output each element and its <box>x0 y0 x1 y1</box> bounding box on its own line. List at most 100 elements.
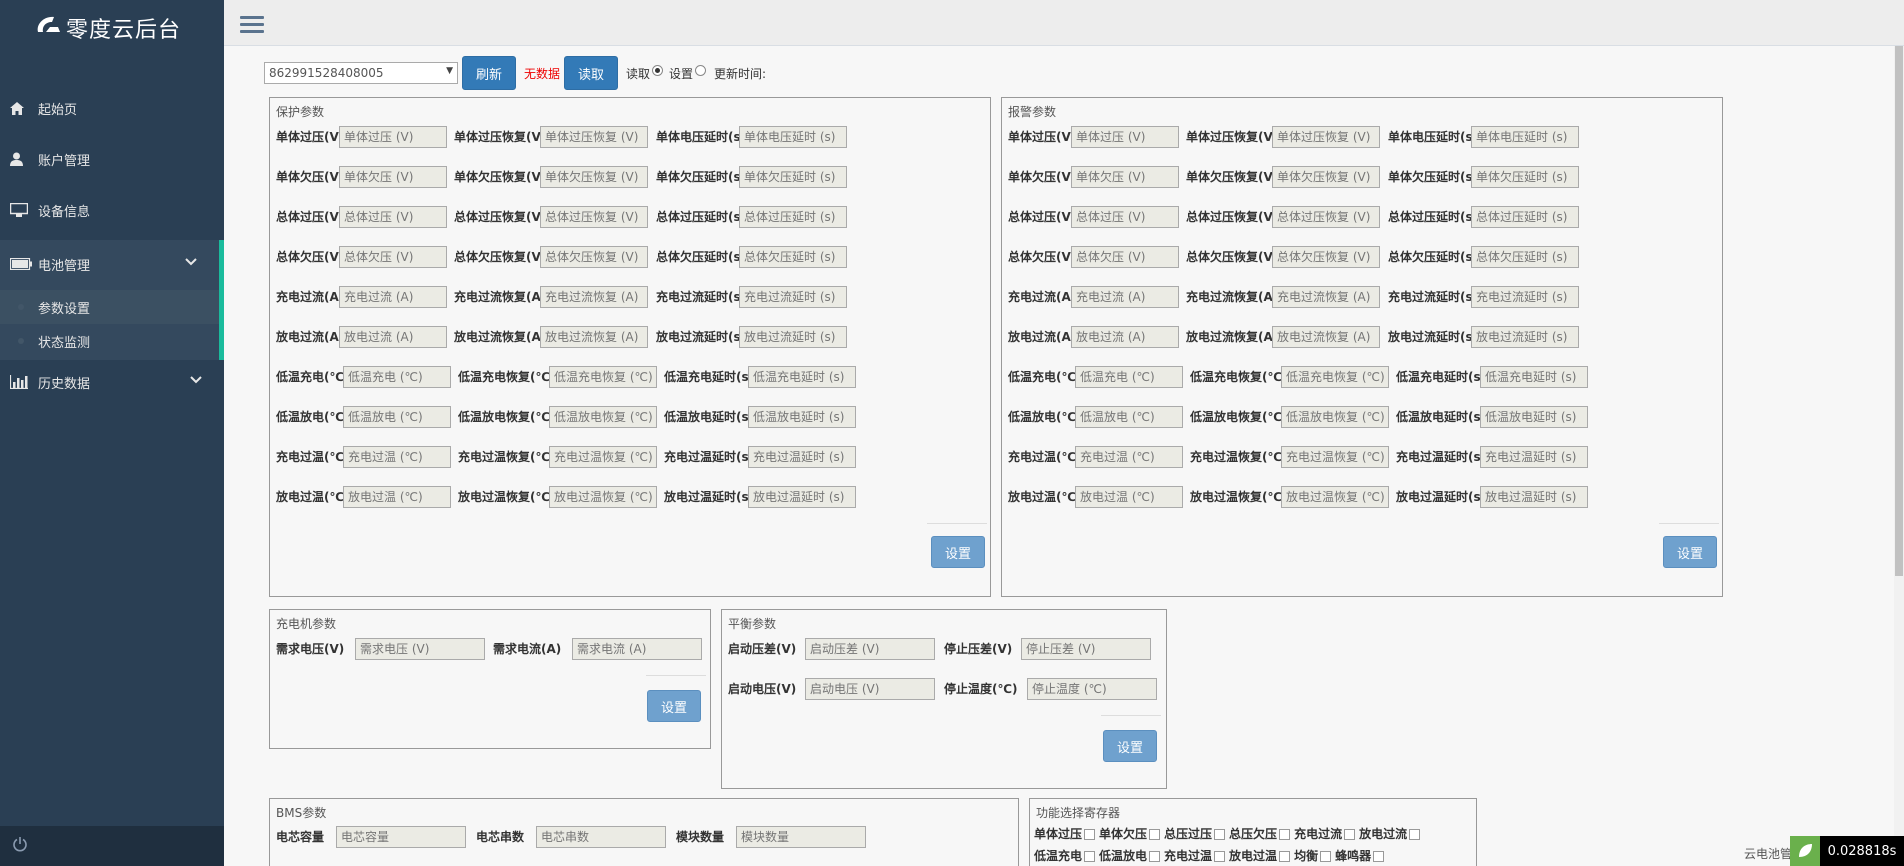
function-option-checkbox[interactable] <box>1320 851 1332 862</box>
protect-field-input[interactable] <box>540 126 648 148</box>
function-option-checkbox[interactable] <box>1214 829 1226 840</box>
protect-field-input[interactable] <box>339 166 447 188</box>
balance-stop-diff-input[interactable] <box>1021 638 1151 660</box>
protect-field-input[interactable] <box>739 126 847 148</box>
alarm-field-input[interactable] <box>1281 486 1389 508</box>
protect-field-input[interactable] <box>739 206 847 228</box>
alarm-field-input[interactable] <box>1075 366 1183 388</box>
alarm-field-input[interactable] <box>1281 446 1389 468</box>
protect-field-input[interactable] <box>540 286 648 308</box>
protect-field-input[interactable] <box>339 326 447 348</box>
protect-field-input[interactable] <box>739 166 847 188</box>
function-option-checkbox[interactable] <box>1409 829 1421 840</box>
protect-field-input[interactable] <box>549 366 657 388</box>
alarm-field-input[interactable] <box>1071 286 1179 308</box>
logo[interactable]: 零度云后台 <box>0 0 224 56</box>
refresh-button[interactable]: 刷新 <box>462 56 516 90</box>
alarm-field-input[interactable] <box>1075 486 1183 508</box>
protect-field-input[interactable] <box>540 246 648 268</box>
alarm-field-input[interactable] <box>1480 366 1588 388</box>
alarm-field-input[interactable] <box>1480 486 1588 508</box>
protect-field-input[interactable] <box>339 246 447 268</box>
alarm-field-input[interactable] <box>1071 126 1179 148</box>
sidebar-subitem-params[interactable]: 参数设置 <box>0 290 219 324</box>
alarm-field-input[interactable] <box>1272 166 1380 188</box>
balance-start-diff-input[interactable] <box>805 638 935 660</box>
alarm-field-input[interactable] <box>1071 166 1179 188</box>
protect-field-input[interactable] <box>339 286 447 308</box>
scrollbar[interactable] <box>1894 46 1904 866</box>
alarm-field-input[interactable] <box>1281 406 1389 428</box>
alarm-field-input[interactable] <box>1272 286 1380 308</box>
protect-field-input[interactable] <box>339 206 447 228</box>
protect-field-input[interactable] <box>739 246 847 268</box>
function-option-checkbox[interactable] <box>1279 851 1291 862</box>
menu-toggle-icon[interactable] <box>240 16 264 36</box>
charger-voltage-input[interactable] <box>355 638 485 660</box>
sidebar-item-home[interactable]: 起始页 <box>0 84 224 132</box>
protect-field-input[interactable] <box>343 486 451 508</box>
protect-field-input[interactable] <box>540 166 648 188</box>
function-option-checkbox[interactable] <box>1344 829 1356 840</box>
alarm-field-input[interactable] <box>1075 446 1183 468</box>
alarm-field-input[interactable] <box>1272 126 1380 148</box>
sidebar-item-device[interactable]: 设备信息 <box>0 186 224 234</box>
function-option-checkbox[interactable] <box>1373 851 1385 862</box>
radio-set[interactable] <box>695 64 707 76</box>
alarm-field-input[interactable] <box>1075 406 1183 428</box>
protect-field-input[interactable] <box>739 286 847 308</box>
protect-field-input[interactable] <box>343 406 451 428</box>
alarm-set-button[interactable]: 设置 <box>1663 536 1717 568</box>
charger-set-button[interactable]: 设置 <box>647 690 701 722</box>
balance-start-voltage-input[interactable] <box>805 678 935 700</box>
protect-field-input[interactable] <box>748 486 856 508</box>
alarm-field-input[interactable] <box>1471 206 1579 228</box>
balance-set-button[interactable]: 设置 <box>1103 730 1157 762</box>
sidebar-item-account[interactable]: 账户管理 <box>0 135 224 183</box>
protect-set-button[interactable]: 设置 <box>931 536 985 568</box>
alarm-field-input[interactable] <box>1471 246 1579 268</box>
alarm-field-input[interactable] <box>1471 126 1579 148</box>
radio-read[interactable] <box>652 64 664 76</box>
function-option-checkbox[interactable] <box>1149 829 1161 840</box>
scrollbar-thumb[interactable] <box>1895 46 1903 576</box>
bms-capacity-input[interactable] <box>336 826 466 848</box>
protect-field-input[interactable] <box>549 406 657 428</box>
protect-field-input[interactable] <box>748 406 856 428</box>
protect-field-input[interactable] <box>343 446 451 468</box>
alarm-field-input[interactable] <box>1281 366 1389 388</box>
protect-field-input[interactable] <box>748 366 856 388</box>
alarm-field-input[interactable] <box>1480 446 1588 468</box>
sidebar-item-battery[interactable]: 电池管理 <box>0 240 224 288</box>
alarm-field-input[interactable] <box>1471 326 1579 348</box>
power-icon[interactable] <box>12 836 28 856</box>
read-button[interactable]: 读取 <box>564 56 619 90</box>
alarm-field-input[interactable] <box>1071 326 1179 348</box>
protect-field-input[interactable] <box>540 206 648 228</box>
protect-field-input[interactable] <box>540 326 648 348</box>
alarm-field-input[interactable] <box>1471 166 1579 188</box>
alarm-field-input[interactable] <box>1071 206 1179 228</box>
alarm-field-input[interactable] <box>1272 246 1380 268</box>
function-option-checkbox[interactable] <box>1149 851 1161 862</box>
function-option-checkbox[interactable] <box>1279 829 1291 840</box>
device-select[interactable]: 862991528408005 ▼ <box>264 62 458 84</box>
charger-current-input[interactable] <box>572 638 702 660</box>
protect-field-input[interactable] <box>739 326 847 348</box>
protect-field-input[interactable] <box>343 366 451 388</box>
protect-field-input[interactable] <box>748 446 856 468</box>
sidebar-subitem-status[interactable]: 状态监测 <box>0 324 219 358</box>
function-option-checkbox[interactable] <box>1214 851 1226 862</box>
alarm-field-input[interactable] <box>1071 246 1179 268</box>
sidebar-item-history[interactable]: 历史数据 <box>0 358 224 406</box>
function-option-checkbox[interactable] <box>1084 851 1096 862</box>
protect-field-input[interactable] <box>549 446 657 468</box>
protect-field-input[interactable] <box>339 126 447 148</box>
alarm-field-input[interactable] <box>1272 206 1380 228</box>
alarm-field-input[interactable] <box>1471 286 1579 308</box>
bms-modules-input[interactable] <box>736 826 866 848</box>
bms-series-input[interactable] <box>536 826 666 848</box>
alarm-field-input[interactable] <box>1480 406 1588 428</box>
alarm-field-input[interactable] <box>1272 326 1380 348</box>
balance-stop-temp-input[interactable] <box>1027 678 1157 700</box>
